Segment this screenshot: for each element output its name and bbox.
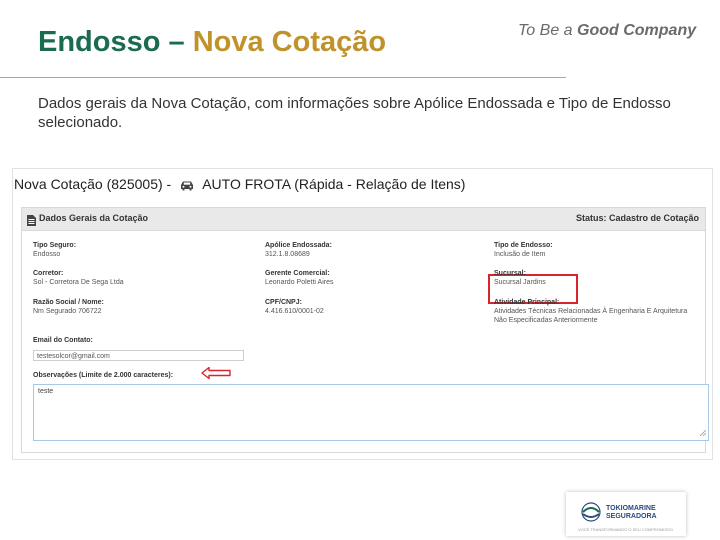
field-value: Sol - Corretora De Sega Ltda — [33, 279, 124, 286]
page-heading-quote: Nova Cotação (825005) - — [14, 176, 172, 192]
logo-mark-icon — [580, 502, 602, 527]
field-apolice-endossada: Apólice Endossada: 312.1.8.08689 — [265, 241, 332, 259]
field-value: Nm Segurado 706722 — [33, 308, 102, 315]
field-sucursal: Sucursal: Sucursal Jardins — [494, 269, 546, 287]
email-label: Email do Contato: — [33, 336, 93, 345]
field-label: Email do Contato: — [33, 337, 93, 344]
page-heading-product: AUTO FROTA (Rápida - Relação de Itens) — [202, 176, 466, 192]
resize-grip-icon[interactable] — [699, 429, 707, 438]
field-razao-social: Razão Social / Nome: Nm Segurado 706722 — [33, 298, 104, 316]
status-label: Status: Cadastro de Cotação — [575, 213, 699, 223]
field-label: Observações (Limite de 2.000 caracteres)… — [33, 372, 174, 379]
field-value: Atividades Técnicas Relacionadas À Engen… — [494, 308, 688, 315]
logo-name: TOKIOMARINE SEGURADORA — [606, 505, 657, 521]
slide-title-accent: Nova Cotação — [192, 26, 387, 58]
field-value: 4.416.610/0001-02 — [265, 308, 324, 315]
field-label: Tipo Seguro: — [33, 242, 77, 249]
field-label: Corretor: — [33, 270, 64, 277]
observacoes-label: Observações (Limite de 2.000 caracteres)… — [33, 371, 173, 380]
field-value: Leonardo Poletti Aires — [265, 279, 334, 286]
tokiomarine-logo: TOKIOMARINE SEGURADORA VOCÊ TRANSFORMAND… — [566, 492, 686, 536]
field-value: Endosso — [33, 251, 61, 258]
left-arrow-icon — [201, 366, 231, 385]
slide-title-main: Endosso – — [38, 26, 193, 58]
car-icon — [179, 178, 195, 194]
field-value: Não Especificadas Anteriormente — [494, 317, 598, 324]
logo-subtext: VOCÊ TRANSFORMANDO O SEU COMPROMISSO — [578, 527, 673, 532]
field-label: CPF/CNPJ: — [265, 299, 302, 306]
tagline: To Be a Good Company — [518, 22, 696, 40]
field-tipo-seguro: Tipo Seguro: Endosso — [33, 241, 76, 259]
field-label: Apólice Endossada: — [265, 242, 332, 249]
panel-title: Dados Gerais da Cotação — [39, 213, 149, 223]
tagline-part1: To Be a — [518, 22, 578, 39]
tagline-part2: Good Company — [577, 22, 697, 39]
field-tipo-endosso: Tipo de Endosso: Inclusão de Item — [494, 241, 553, 259]
observacoes-textarea[interactable]: teste — [33, 384, 709, 441]
field-corretor: Corretor: Sol - Corretora De Sega Ltda — [33, 269, 124, 287]
app-screenshot: Nova Cotação (825005) - AUTO FROTA (Rápi… — [12, 168, 713, 460]
logo-name-line1: TOKIOMARINE — [606, 505, 656, 512]
title-divider — [0, 77, 566, 78]
field-label: Gerente Comercial: — [265, 270, 330, 277]
field-value: Sucursal Jardins — [494, 279, 546, 286]
field-label: Razão Social / Nome: — [33, 299, 104, 306]
field-value: Inclusão de Item — [494, 251, 546, 258]
email-field[interactable]: testesolcor@gmail.com — [33, 350, 244, 361]
field-label: Tipo de Endosso: — [494, 242, 553, 249]
page-heading: Nova Cotação (825005) - AUTO FROTA (Rápi… — [14, 176, 465, 194]
field-gerente-comercial: Gerente Comercial: Leonardo Poletti Aire… — [265, 269, 334, 287]
document-icon — [27, 213, 36, 231]
field-label: Sucursal: — [494, 270, 526, 277]
panel-header[interactable]: Dados Gerais da Cotação Status: Cadastro… — [22, 208, 705, 231]
observacoes-value: teste — [38, 388, 54, 395]
field-atividade-principal: Atividade Principal: Atividades Técnicas… — [494, 298, 687, 325]
logo-name-line2: SEGURADORA — [606, 513, 657, 520]
field-cpf-cnpj: CPF/CNPJ: 4.416.610/0001-02 — [265, 298, 324, 316]
general-data-panel: Dados Gerais da Cotação Status: Cadastro… — [21, 207, 709, 453]
field-label: Atividade Principal: — [494, 299, 560, 306]
slide-title: Endosso – Nova Cotação — [38, 26, 386, 59]
slide-description: Dados gerais da Nova Cotação, com inform… — [38, 95, 671, 131]
field-value: 312.1.8.08689 — [265, 251, 310, 258]
